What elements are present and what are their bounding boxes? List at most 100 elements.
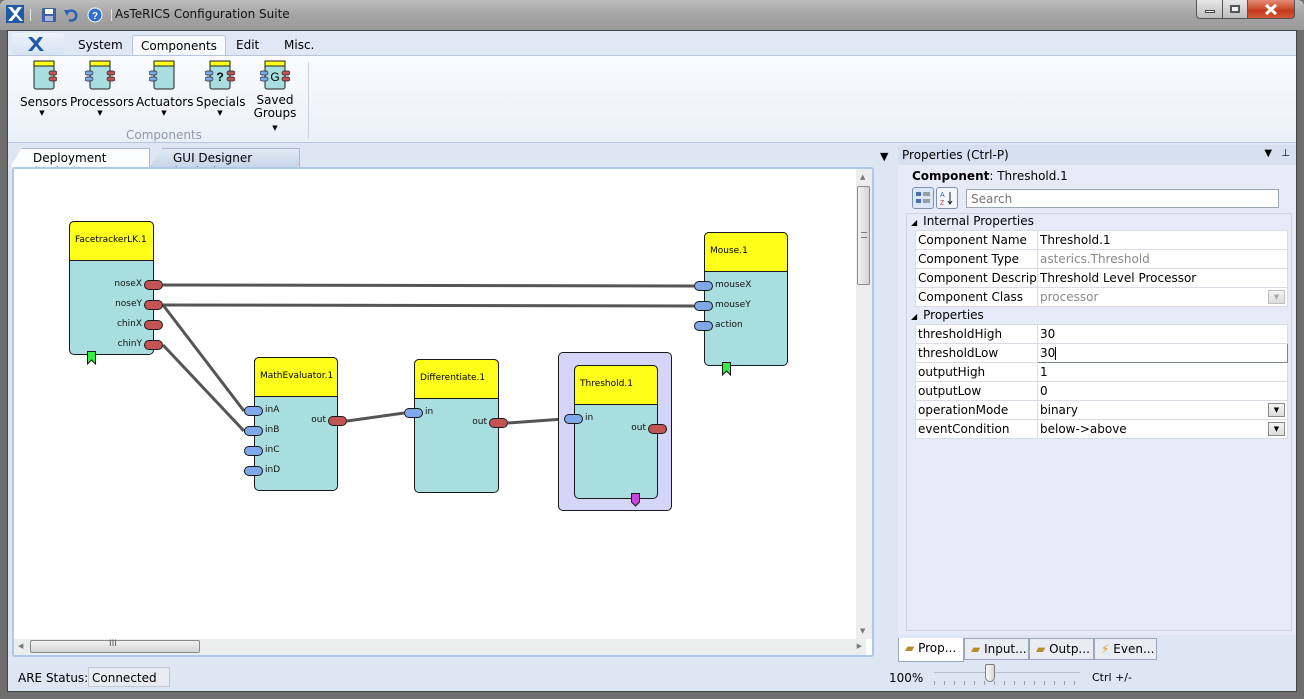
property-value[interactable]: below->above ▼ [1037,419,1288,439]
property-value[interactable]: binary ▼ [1037,400,1288,420]
input-port-inA[interactable] [244,406,263,416]
tab-events[interactable]: ⚡ Even... [1094,638,1157,660]
maximize-button[interactable] [1222,0,1248,19]
specials-button[interactable]: ? Specials ▼ [196,60,246,118]
close-button[interactable] [1247,0,1295,19]
ribbon-tab-components[interactable]: Components [132,35,226,55]
channel-line[interactable] [162,283,695,288]
maximize-icon [1230,5,1240,13]
scroll-down-icon[interactable]: ▼ [860,627,865,635]
property-value[interactable]: Threshold.1 [1037,230,1288,250]
output-port-noseY[interactable] [144,300,163,310]
property-value[interactable]: 30 [1037,324,1288,344]
property-key: thresholdHigh [915,324,1038,344]
property-value[interactable]: Threshold Level Processor [1037,268,1288,288]
save-icon[interactable] [41,7,57,23]
input-port-in[interactable] [564,414,583,424]
output-port-out[interactable] [489,418,508,428]
alphabetical-sort-button[interactable]: AZ [936,187,958,209]
property-search-input[interactable] [966,189,1279,208]
output-port-out[interactable] [328,416,347,426]
ribbon-tab-misc[interactable]: Misc. [276,35,322,55]
port-label: chinX [116,319,142,329]
input-port-in[interactable] [404,408,423,418]
input-port-mouseY[interactable] [694,301,713,311]
input-port-inB[interactable] [244,426,263,436]
help-icon[interactable]: ? [87,7,103,23]
input-port-mouseX[interactable] [694,281,713,291]
vertical-scroll-thumb[interactable] [857,186,870,285]
port-label: out [472,417,487,427]
event-listener-port-icon[interactable] [87,351,96,365]
property-row: Component Name Threshold.1 [915,230,1288,250]
port-label: in [585,413,594,423]
scroll-left-icon[interactable]: ◀ [18,642,23,650]
selected-component-title: Component: Threshold.1 [912,169,1068,183]
input-port-inD[interactable] [244,466,263,476]
document-area: Deployment (Ctrl-D) GUI Designer (Ctrl-G… [10,145,894,657]
tab-output-ports[interactable]: ▰ Outp... [1029,638,1094,660]
dropdown-button[interactable]: ▼ [1268,403,1285,417]
panel-menu-icon[interactable]: ▼ [1264,148,1272,159]
ribbon-panel: Sensors ▼ Processors ▼ Actuators ▼ ? Spe… [8,55,1296,143]
zoom-slider-track[interactable] [934,672,1080,675]
document-list-dropdown-icon[interactable]: ▼ [880,150,888,163]
asterics-logo-icon[interactable] [6,5,24,23]
horizontal-scroll-thumb[interactable]: III [30,639,200,653]
property-value[interactable]: 0 [1037,381,1288,401]
output-port-chinX[interactable] [144,320,163,330]
category-internal-properties[interactable]: ◢ Internal Properties [911,214,1034,228]
scroll-right-icon[interactable]: ▶ [857,642,862,650]
vertical-scrollbar[interactable]: ▲ ▼ [856,169,872,639]
horizontal-scrollbar[interactable]: ◀ III ▶ [14,639,866,655]
zoom-slider-thumb[interactable] [984,664,995,682]
undo-icon[interactable] [63,7,79,23]
deployment-canvas[interactable]: FacetrackerLK.1 noseX noseY chinX chinY MathE… [14,169,866,639]
tab-gui-designer[interactable]: GUI Designer (Ctrl-G) [150,148,300,167]
output-port-out[interactable] [648,424,667,434]
port-label: inA [265,405,280,415]
property-value[interactable]: 30 [1037,343,1288,363]
pin-icon[interactable]: ⊥ [1281,148,1290,159]
actuators-button[interactable]: Actuators ▼ [136,60,194,118]
output-port-noseX[interactable] [144,280,163,290]
component-title: Mouse.1 [704,232,788,272]
event-trigger-port-icon[interactable] [631,493,640,507]
input-port-action[interactable] [694,321,713,331]
event-listener-port-icon[interactable] [722,362,731,376]
tab-properties[interactable]: ▰ Prop... [898,638,964,662]
close-icon [1264,3,1278,15]
channel-line[interactable] [507,417,565,425]
application-menu-button[interactable] [12,33,64,55]
properties-panel-header: Properties (Ctrl-P) ▼ ⊥ [898,145,1296,165]
channel-line[interactable] [346,411,405,423]
property-value[interactable]: 1 [1037,362,1288,382]
categorized-view-button[interactable] [912,187,934,209]
port-label: out [631,423,646,433]
processors-button[interactable]: Processors ▼ [70,60,134,118]
tab-deployment[interactable]: Deployment (Ctrl-D) [10,148,150,167]
saved-group-icon: G [260,60,290,90]
tab-input-ports[interactable]: ▰ Input... [964,638,1029,660]
collapse-triangle-icon[interactable]: ◢ [911,218,917,227]
saved-groups-button[interactable]: G Saved Groups ▼ [250,60,300,135]
output-port-chinY[interactable] [144,340,163,350]
channel-line[interactable] [162,303,695,308]
input-port-inC[interactable] [244,446,263,456]
property-row: eventCondition below->above ▼ [915,419,1288,439]
scroll-up-icon[interactable]: ▲ [860,173,865,181]
collapse-triangle-icon[interactable]: ◢ [911,312,917,321]
minimize-button[interactable] [1196,0,1223,19]
output-icon: ▰ [1036,642,1046,656]
ribbon-tab-system[interactable]: System [70,35,131,55]
input-icon: ▰ [971,642,981,656]
sensors-button[interactable]: Sensors ▼ [20,60,67,118]
port-label: noseX [114,279,142,289]
category-properties[interactable]: ◢ Properties [911,308,984,322]
dropdown-button[interactable]: ▼ [1268,422,1285,436]
properties-icon: ▰ [905,641,915,655]
component-mouse[interactable]: Mouse.1 [704,232,788,366]
property-key: eventCondition [915,419,1038,439]
ribbon-tab-edit[interactable]: Edit [228,35,267,55]
property-row: Component DescripticThreshold Level Proc… [915,268,1288,288]
